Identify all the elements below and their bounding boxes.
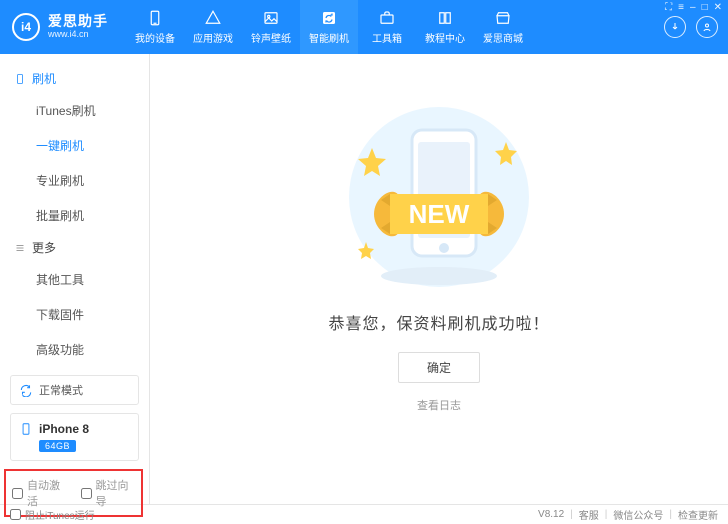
checkbox-label: 阻止iTunes运行 bbox=[25, 507, 95, 522]
sidebar: 刷机 iTunes刷机 一键刷机 专业刷机 批量刷机 更多 其他工具 下载固件 … bbox=[0, 54, 150, 504]
brand-url: www.i4.cn bbox=[48, 30, 108, 40]
nav-label: 应用游戏 bbox=[193, 30, 233, 45]
user-icon bbox=[701, 21, 713, 33]
wc-min-icon[interactable]: – bbox=[690, 2, 696, 13]
separator: | bbox=[605, 509, 608, 520]
nav-apps[interactable]: 应用游戏 bbox=[184, 0, 242, 54]
checkbox-label: 自动激活 bbox=[27, 477, 67, 509]
nav-ringtones[interactable]: 铃声壁纸 bbox=[242, 0, 300, 54]
sidebar-item-pro-flash[interactable]: 专业刷机 bbox=[0, 163, 149, 198]
footer-link-wechat[interactable]: 微信公众号 bbox=[613, 507, 663, 522]
phone-icon bbox=[146, 9, 164, 27]
wc-close-icon[interactable]: ✕ bbox=[714, 2, 722, 13]
top-nav: 我的设备 应用游戏 铃声壁纸 智能刷机 工具箱 教程中心 爱思商城 bbox=[126, 0, 532, 54]
brand: i4 爱思助手 www.i4.cn bbox=[0, 13, 120, 41]
nav-toolbox[interactable]: 工具箱 bbox=[358, 0, 416, 54]
sidebar-item-other-tools[interactable]: 其他工具 bbox=[0, 262, 149, 297]
footer-link-support[interactable]: 客服 bbox=[579, 507, 599, 522]
checkbox-auto-activate[interactable]: 自动激活 bbox=[12, 477, 67, 509]
nav-my-device[interactable]: 我的设备 bbox=[126, 0, 184, 54]
nav-label: 我的设备 bbox=[135, 30, 175, 45]
checkbox-label: 跳过向导 bbox=[96, 477, 136, 509]
sidebar-item-oneclick-flash[interactable]: 一键刷机 bbox=[0, 128, 149, 163]
window-controls: ⛶ ≡ – □ ✕ bbox=[665, 2, 722, 13]
nav-store[interactable]: 爱思商城 bbox=[474, 0, 532, 54]
wc-cart-icon[interactable]: ⛶ bbox=[665, 2, 672, 13]
wc-menu-icon[interactable]: ≡ bbox=[678, 2, 684, 13]
nav-label: 工具箱 bbox=[372, 30, 402, 45]
device-capacity-badge: 64GB bbox=[39, 440, 76, 452]
sidebar-section-label: 刷机 bbox=[32, 70, 56, 87]
brand-logo-icon: i4 bbox=[12, 13, 40, 41]
main-panel: NEW 恭喜您，保资料刷机成功啦！ 确定 查看日志 bbox=[150, 54, 728, 504]
wc-max-icon[interactable]: □ bbox=[702, 2, 708, 13]
sidebar-item-advanced[interactable]: 高级功能 bbox=[0, 332, 149, 367]
device-card[interactable]: iPhone 8 64GB bbox=[10, 413, 139, 461]
sidebar-item-batch-flash[interactable]: 批量刷机 bbox=[0, 198, 149, 233]
device-mode-label: 正常模式 bbox=[39, 382, 83, 398]
success-illustration: NEW bbox=[334, 102, 544, 292]
store-icon bbox=[494, 9, 512, 27]
success-message: 恭喜您，保资料刷机成功啦！ bbox=[328, 310, 549, 334]
nav-flash[interactable]: 智能刷机 bbox=[300, 0, 358, 54]
book-icon bbox=[436, 9, 454, 27]
ok-button[interactable]: 确定 bbox=[398, 352, 480, 383]
titlebar: i4 爱思助手 www.i4.cn 我的设备 应用游戏 铃声壁纸 智能刷机 工具… bbox=[0, 0, 728, 54]
separator: | bbox=[669, 509, 672, 520]
device-mode-chip[interactable]: 正常模式 bbox=[10, 375, 139, 405]
sidebar-section-flash[interactable]: 刷机 bbox=[0, 64, 149, 93]
separator: | bbox=[570, 509, 573, 520]
sidebar-section-label: 更多 bbox=[32, 239, 56, 256]
sidebar-section-more[interactable]: 更多 bbox=[0, 233, 149, 262]
sync-icon bbox=[320, 9, 338, 27]
download-button[interactable] bbox=[664, 16, 686, 38]
version-label: V8.12 bbox=[538, 509, 564, 520]
refresh-icon bbox=[19, 383, 33, 397]
apps-icon bbox=[204, 9, 222, 27]
image-icon bbox=[262, 9, 280, 27]
brand-name: 爱思助手 bbox=[48, 14, 108, 29]
nav-label: 铃声壁纸 bbox=[251, 30, 291, 45]
checkbox-block-itunes[interactable]: 阻止iTunes运行 bbox=[10, 507, 95, 522]
briefcase-icon bbox=[378, 9, 396, 27]
nav-label: 爱思商城 bbox=[483, 30, 523, 45]
nav-tutorials[interactable]: 教程中心 bbox=[416, 0, 474, 54]
footer-link-update[interactable]: 检查更新 bbox=[678, 507, 718, 522]
sidebar-item-itunes-flash[interactable]: iTunes刷机 bbox=[0, 93, 149, 128]
checkbox-skip-wizard[interactable]: 跳过向导 bbox=[81, 477, 136, 509]
download-icon bbox=[669, 21, 681, 33]
account-button[interactable] bbox=[696, 16, 718, 38]
phone-solid-icon bbox=[19, 422, 33, 436]
nav-label: 智能刷机 bbox=[309, 30, 349, 45]
menu-icon bbox=[14, 242, 26, 254]
device-name: iPhone 8 bbox=[39, 422, 89, 436]
svg-text:NEW: NEW bbox=[409, 199, 470, 229]
nav-label: 教程中心 bbox=[425, 30, 465, 45]
sidebar-item-download-firmware[interactable]: 下载固件 bbox=[0, 297, 149, 332]
phone-outline-icon bbox=[14, 73, 26, 85]
view-log-link[interactable]: 查看日志 bbox=[417, 397, 461, 413]
